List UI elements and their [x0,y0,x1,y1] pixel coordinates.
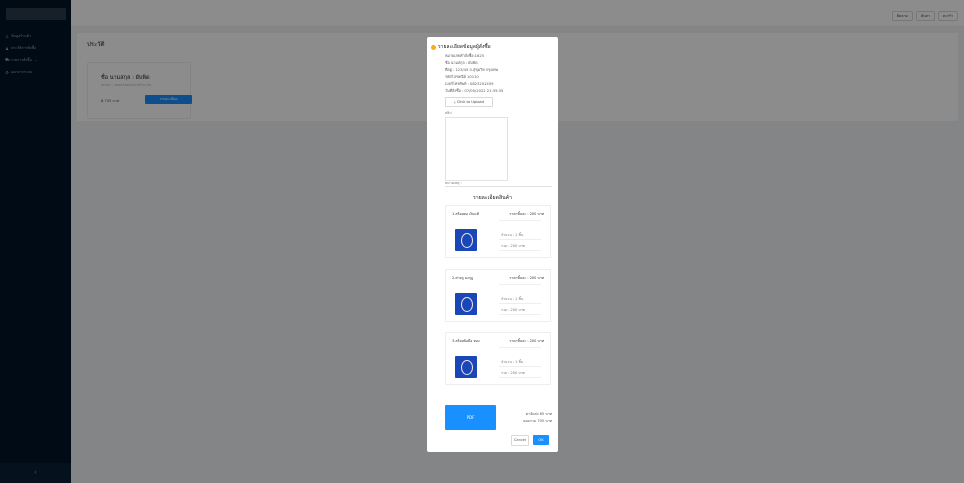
product-unit-price: ราคาชิ้นละ : 200 บาท [509,339,544,343]
product-total: รวม : 200 บาท [501,244,525,248]
divider [499,250,541,251]
info-name: ชื่อ นามสกุล : ผับพิด [445,61,478,65]
divider [499,366,541,367]
divider [499,377,541,378]
product-item: 1.สร้อยคอ เงินแท้ ราคาชิ้นละ : 200 บาทจำน… [445,205,551,258]
info-address: ที่อยู่ : 123/45 ถ.สุขุมวิท กรุงเทพ [445,68,498,72]
info-postcode: รหัสไปรษณีย์ 10110 [445,75,479,79]
divider [445,186,552,187]
info-phone: เบอร์โทรศัพท์ : 0823201459 [445,82,494,86]
slip-label: สลิป [445,111,452,115]
product-unit-price: ราคาชิ้นละ : 200 บาท [509,212,544,216]
product-image [455,293,477,315]
jewelry-shape [461,360,473,375]
info-order-number: หมายเลขคำสั่งซื้อ:1625 [445,54,485,58]
jewelry-shape [461,297,473,312]
divider [499,239,541,240]
product-total: รวม : 200 บาท [501,371,525,375]
product-quantity: จำนวน : 1 ชิ้น [501,233,524,237]
cancel-button[interactable]: Cancel [511,435,529,446]
pdf-button[interactable]: PDF [445,405,496,430]
products-title: รายละเอียดสินค้า [472,195,513,201]
shipping-cost: ค่าจัดส่ง 65 บาท [525,412,552,416]
product-quantity: จำนวน : 1 ชิ้น [501,297,524,301]
upload-button[interactable]: ⤓ Click to Upload [445,97,493,107]
divider [499,347,541,348]
product-item: 3.สร้อยข้อมือ ทอง ราคาชิ้นละ : 200 บาทจำน… [445,332,551,385]
product-name: 2.ต่างหู มงกุฎ [452,276,474,280]
divider [499,284,541,285]
ok-button[interactable]: OK [533,435,549,445]
slip-image-preview [445,117,508,181]
divider [499,314,541,315]
product-quantity: จำนวน : 1 ชิ้น [501,360,524,364]
order-total: ยอดรวม 705 บาท [523,419,552,423]
modal-title: รายละเอียดข้อมูลผู้สั่งซื้อ [438,44,491,50]
info-order-date: วันที่สั่งซื้อ : 07/05/2022 21:35:35 [445,89,504,93]
warning-icon [431,45,436,50]
product-name: 3.สร้อยข้อมือ ทอง [452,339,480,343]
divider [499,220,541,221]
divider [499,303,541,304]
product-name: 1.สร้อยคอ เงินแท้ [452,212,479,216]
jewelry-shape [461,233,473,248]
order-detail-modal: รายละเอียดข้อมูลผู้สั่งซื้อ หมายเลขคำสั่… [427,37,558,452]
product-image [455,356,477,378]
product-unit-price: ราคาชิ้นละ : 200 บาท [509,276,544,280]
product-total: รวม : 200 บาท [501,308,525,312]
product-image [455,229,477,251]
product-item: 2.ต่างหู มงกุฎ ราคาชิ้นละ : 200 บาทจำนวน … [445,269,551,322]
